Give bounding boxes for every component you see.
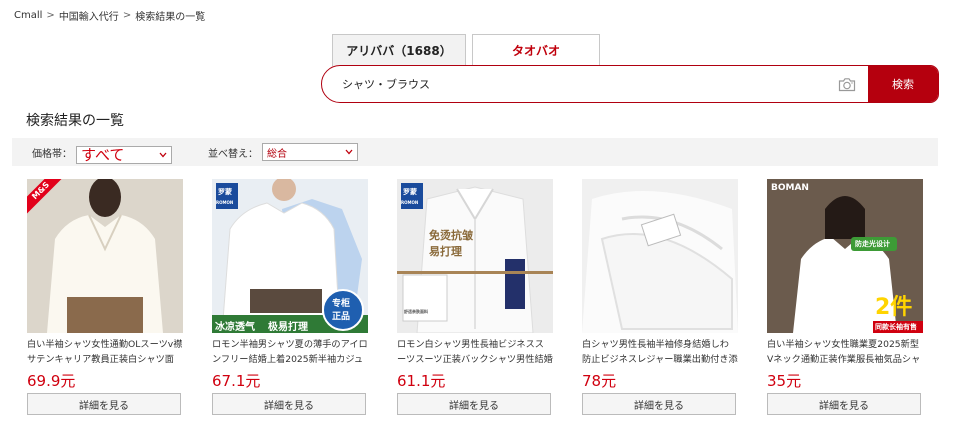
breadcrumb: Cmall > 中国輸入代行 > 検索結果の一覧 bbox=[14, 8, 205, 23]
details-button[interactable]: 詳細を見る bbox=[582, 393, 736, 415]
product-card[interactable]: BOMAN 防走光设计 2件 同款长袖有售 白い半袖シャツ女性職業夏2025新型… bbox=[767, 179, 923, 424]
details-button[interactable]: 詳細を見る bbox=[27, 393, 181, 415]
product-grid: M&S 白い半袖シャツ女性通勤OLスーツv襟サテンキャリア教員正装白シャツ面接上… bbox=[0, 179, 962, 428]
product-price: 35元 bbox=[767, 372, 802, 390]
brand-logo-subtext: ROMON bbox=[216, 200, 234, 205]
image-caption-3: 同款长袖有售 bbox=[875, 323, 917, 331]
product-image[interactable] bbox=[582, 179, 738, 333]
product-title[interactable]: 白シャツ男性長袖半袖修身結婚しわ防止ビジネスレジャー職業出勤付き添い… bbox=[582, 337, 738, 367]
tab-taobao[interactable]: タオバオ bbox=[472, 34, 600, 66]
details-button[interactable]: 詳細を見る bbox=[212, 393, 366, 415]
product-title[interactable]: 白い半袖シャツ女性職業夏2025新型Vネック通勤正装作業服長袖気品シャツ bbox=[767, 337, 923, 367]
image-caption-1: 冰凉透气 bbox=[215, 322, 255, 333]
camera-icon[interactable] bbox=[826, 66, 868, 102]
chevron-down-icon bbox=[345, 149, 353, 155]
seal-text-1: 专柜 bbox=[332, 299, 351, 309]
image-caption-1: 免烫抗皱 bbox=[429, 229, 473, 242]
price-filter-label: 価格帯： bbox=[32, 148, 72, 160]
brand-logo-text: 罗蒙 bbox=[218, 188, 232, 196]
search-bar: 検索 bbox=[321, 65, 939, 103]
search-input[interactable] bbox=[322, 66, 826, 102]
product-card[interactable]: 白シャツ男性長袖半袖修身結婚しわ防止ビジネスレジャー職業出勤付き添い… 78元 … bbox=[582, 179, 738, 424]
brand-logo-text: 罗蒙 bbox=[403, 188, 417, 196]
price-filter-value: すべて bbox=[81, 145, 125, 164]
sort-select[interactable]: 総合 bbox=[262, 143, 358, 161]
breadcrumb-separator: > bbox=[122, 10, 132, 21]
sort-value: 総合 bbox=[267, 148, 287, 160]
product-image[interactable]: 罗蒙 ROMON 冰凉透气 极易打理 专柜 正品 bbox=[212, 179, 368, 333]
brand-logo-subtext: ROMON bbox=[401, 200, 419, 205]
product-card[interactable]: 罗蒙 ROMON 冰凉透气 极易打理 专柜 正品 ロモン半袖男シャツ夏の薄手のア… bbox=[212, 179, 368, 424]
image-caption-2: 极易打理 bbox=[268, 322, 308, 333]
tab-alibaba[interactable]: アリババ（1688） bbox=[332, 34, 466, 66]
sort-label: 並べ替え： bbox=[208, 148, 258, 160]
product-card[interactable]: 罗蒙 ROMON 免烫抗皱 易打理 舒适亲肤面料 ロモン白シャツ男性長袖ビジネス… bbox=[397, 179, 553, 424]
image-caption-1: 防走光设计 bbox=[855, 240, 890, 248]
filter-bar: 価格帯： すべて 並べ替え： 総合 bbox=[12, 138, 938, 166]
product-image[interactable]: BOMAN 防走光设计 2件 同款长袖有售 bbox=[767, 179, 923, 333]
product-card[interactable]: M&S 白い半袖シャツ女性通勤OLスーツv襟サテンキャリア教員正装白シャツ面接上… bbox=[27, 179, 183, 424]
source-tabs: アリババ（1688） タオバオ bbox=[332, 34, 600, 66]
product-image[interactable]: 罗蒙 ROMON 免烫抗皱 易打理 舒适亲肤面料 bbox=[397, 179, 553, 333]
product-price: 78元 bbox=[582, 372, 617, 390]
search-button[interactable]: 検索 bbox=[868, 66, 938, 102]
product-title[interactable]: 白い半袖シャツ女性通勤OLスーツv襟サテンキャリア教員正装白シャツ面接上着 bbox=[27, 337, 183, 367]
image-caption-2: 易打理 bbox=[429, 245, 462, 258]
details-button[interactable]: 詳細を見る bbox=[767, 393, 921, 415]
breadcrumb-item-home[interactable]: Cmall bbox=[14, 10, 42, 21]
brand-logo-text: BOMAN bbox=[771, 183, 809, 193]
product-price: 67.1元 bbox=[212, 372, 261, 390]
seal-text-2: 正品 bbox=[332, 312, 351, 322]
product-title[interactable]: ロモン白シャツ男性長袖ビジネススーツスーツ正装バックシャツ男性結婚スーツ寸シ… bbox=[397, 337, 553, 367]
product-price: 61.1元 bbox=[397, 372, 446, 390]
product-image[interactable]: M&S bbox=[27, 179, 183, 333]
product-title[interactable]: ロモン半袖男シャツ夏の薄手のアイロンフリー結婚上着2025新半袖カジュアル純… bbox=[212, 337, 368, 367]
breadcrumb-item-current: 検索結果の一覧 bbox=[135, 12, 206, 23]
details-button[interactable]: 詳細を見る bbox=[397, 393, 551, 415]
breadcrumb-item-import[interactable]: 中国輸入代行 bbox=[59, 8, 119, 23]
product-price: 69.9元 bbox=[27, 372, 76, 390]
breadcrumb-separator: > bbox=[46, 10, 55, 21]
image-caption-3: 舒适亲肤面料 bbox=[404, 309, 428, 314]
results-title: 検索結果の一覧 bbox=[26, 113, 124, 129]
price-filter-select[interactable]: すべて bbox=[76, 145, 172, 164]
chevron-down-icon bbox=[159, 152, 167, 157]
image-caption-2: 2件 bbox=[875, 295, 913, 320]
